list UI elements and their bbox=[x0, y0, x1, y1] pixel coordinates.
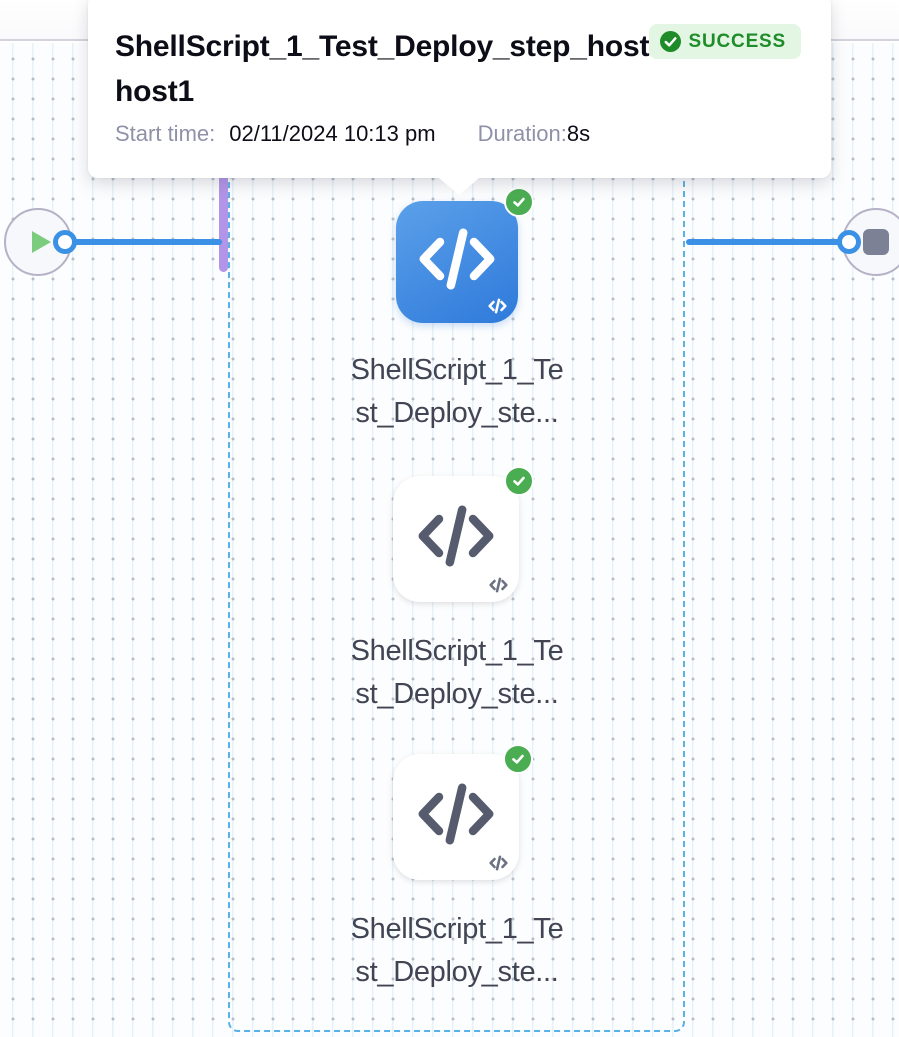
step-label-1: ShellScript_1_Te st_Deploy_ste... bbox=[297, 349, 617, 435]
step-node-1[interactable] bbox=[396, 201, 518, 323]
code-mini-icon bbox=[489, 577, 508, 593]
connector-point-left bbox=[53, 230, 77, 254]
connector-point-right bbox=[837, 230, 861, 254]
success-check-icon bbox=[504, 187, 534, 217]
start-time-value: 02/11/2024 10:13 pm bbox=[229, 121, 435, 147]
check-circle-icon bbox=[660, 31, 681, 52]
code-icon bbox=[417, 780, 495, 848]
code-icon bbox=[417, 502, 495, 570]
status-badge-label: SUCCESS bbox=[689, 31, 786, 53]
step-label-2: ShellScript_1_Te st_Deploy_ste... bbox=[297, 630, 617, 716]
code-mini-icon bbox=[489, 855, 508, 871]
step-label-3: ShellScript_1_Te st_Deploy_ste... bbox=[297, 908, 617, 994]
status-badge: SUCCESS bbox=[649, 24, 801, 59]
connector-line-right bbox=[686, 239, 842, 245]
start-time-label: Start time: bbox=[115, 121, 215, 147]
step-node-2[interactable] bbox=[393, 476, 519, 602]
step-node-3[interactable] bbox=[393, 754, 519, 880]
stage-indicator-bar bbox=[219, 172, 228, 272]
duration-value: 8s bbox=[567, 121, 590, 147]
tooltip-meta: Start time: 02/11/2024 10:13 pm Duration… bbox=[115, 121, 801, 147]
code-icon bbox=[418, 225, 496, 293]
success-check-icon bbox=[504, 466, 534, 496]
code-mini-icon bbox=[488, 298, 507, 314]
step-tooltip: ShellScript_1_Test_Deploy_step_host1 hos… bbox=[88, 0, 831, 178]
duration-label: Duration: bbox=[478, 121, 567, 147]
play-icon bbox=[32, 231, 51, 253]
connector-line-left bbox=[72, 239, 222, 245]
stop-icon bbox=[863, 229, 889, 255]
tooltip-arrow bbox=[439, 178, 479, 195]
success-check-icon bbox=[503, 744, 533, 774]
